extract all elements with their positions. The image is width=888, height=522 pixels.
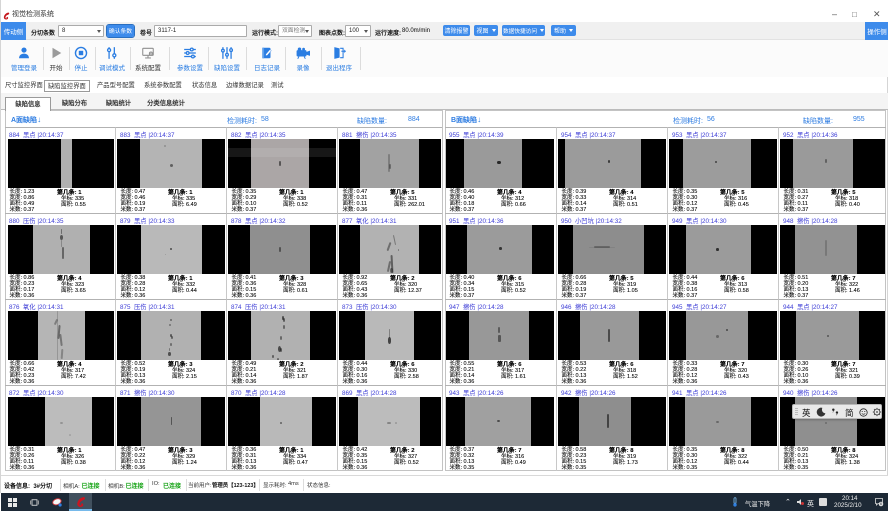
- svg-text:6: 6: [880, 502, 882, 506]
